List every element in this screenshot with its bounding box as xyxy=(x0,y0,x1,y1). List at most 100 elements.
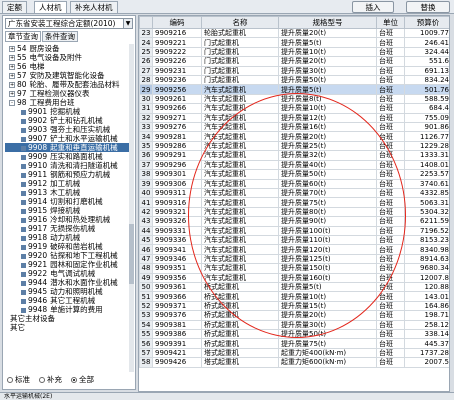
column-header-price[interactable]: 预算价 xyxy=(404,16,449,29)
name-cell[interactable]: 汽车式起重机 xyxy=(201,159,279,171)
name-cell[interactable]: 汽车式起重机 xyxy=(201,187,279,199)
chevron-down-icon[interactable]: ▼ xyxy=(123,19,132,28)
radio-button-icon[interactable] xyxy=(7,377,13,383)
spec-cell[interactable]: 提升质量10(t) xyxy=(278,46,377,58)
row-number[interactable]: 23 xyxy=(139,27,153,39)
unit-cell[interactable]: 台班 xyxy=(376,234,405,246)
row-number[interactable]: 51 xyxy=(139,291,153,302)
name-cell[interactable]: 汽车式起重机 xyxy=(201,103,279,114)
row-number[interactable]: 40 xyxy=(139,187,153,199)
insert-button[interactable]: 插入 xyxy=(352,1,394,13)
table-row[interactable]: 57 9909421 塔式起重机 起重力矩400(kN·m) 台班 1737.28 xyxy=(139,347,449,359)
code-cell[interactable]: 9909346 xyxy=(152,253,202,265)
table-row[interactable]: 52 9909371 桥式起重机 提升质量15(t) 台班 164.86 xyxy=(139,300,449,312)
radio-option[interactable]: 标准 xyxy=(7,374,30,385)
tab-labor-material-machine[interactable]: 人材机 xyxy=(34,1,67,13)
row-number[interactable]: 36 xyxy=(139,150,153,161)
row-number[interactable]: 43 xyxy=(139,216,153,227)
table-row[interactable]: 51 9909366 桥式起重机 提升质量10(t) 台班 143.01 xyxy=(139,291,449,302)
unit-cell[interactable]: 台班 xyxy=(376,122,405,133)
price-cell[interactable]: 2007.5 xyxy=(404,357,449,368)
unit-cell[interactable]: 台班 xyxy=(376,357,405,368)
table-row[interactable]: 38 9909301 汽车式起重机 提升质量50(t) 台班 2253.57 xyxy=(139,169,449,180)
name-cell[interactable]: 桥式起重机 xyxy=(201,328,279,340)
price-cell[interactable]: 901.86 xyxy=(404,122,449,133)
spec-cell[interactable]: 提升质量15(t) xyxy=(278,300,377,312)
unit-cell[interactable]: 台班 xyxy=(376,56,405,67)
unit-cell[interactable]: 台班 xyxy=(376,197,405,208)
name-cell[interactable]: 门式起重机 xyxy=(201,37,279,48)
spec-cell[interactable]: 提升质量75(t) xyxy=(278,338,377,349)
radio-option[interactable]: 补充 xyxy=(39,374,62,385)
code-cell[interactable]: 9909376 xyxy=(152,310,202,321)
spec-cell[interactable]: 提升质量32(t) xyxy=(278,150,377,161)
name-cell[interactable]: 汽车式起重机 xyxy=(201,93,279,105)
spec-cell[interactable]: 提升质量125(t) xyxy=(278,253,377,265)
name-cell[interactable]: 汽车式起重机 xyxy=(201,244,279,255)
tree-item[interactable]: 9907 铲土和水平运输机械 xyxy=(5,134,131,143)
row-number[interactable]: 54 xyxy=(139,319,153,331)
code-cell[interactable]: 9909351 xyxy=(152,263,202,274)
table-row[interactable]: 30 9909261 汽车式起重机 提升质量8(t) 台班 588.59 xyxy=(139,93,449,105)
spec-cell[interactable]: 提升质量30(t) xyxy=(278,319,377,331)
spec-cell[interactable]: 提升质量40(t) xyxy=(278,159,377,171)
table-row[interactable]: 45 9909336 汽车式起重机 提升质量110(t) 台班 8153.23 xyxy=(139,234,449,246)
row-number[interactable]: 33 xyxy=(139,122,153,133)
table-row[interactable]: 54 9909381 桥式起重机 提升质量30(t) 台班 258.12 xyxy=(139,319,449,331)
table-row[interactable]: 36 9909291 汽车式起重机 提升质量32(t) 台班 1333.31 xyxy=(139,150,449,161)
code-cell[interactable]: 9909371 xyxy=(152,300,202,312)
name-cell[interactable]: 汽车式起重机 xyxy=(201,272,279,283)
tree-item[interactable]: 9903 强夯土和压实机械 xyxy=(5,125,131,134)
unit-cell[interactable]: 台班 xyxy=(376,347,405,359)
name-cell[interactable]: 塔式起重机 xyxy=(201,347,279,359)
price-cell[interactable]: 9680.34 xyxy=(404,263,449,274)
spec-cell[interactable]: 提升质量10(t) xyxy=(278,291,377,302)
spec-cell[interactable]: 提升质量5(t) xyxy=(278,37,377,48)
radio-button-icon[interactable] xyxy=(39,377,45,383)
code-cell[interactable]: 9909326 xyxy=(152,216,202,227)
table-row[interactable]: 24 9909221 门式起重机 提升质量5(t) 台班 246.41 xyxy=(139,37,449,48)
price-cell[interactable]: 2253.57 xyxy=(404,169,449,180)
price-cell[interactable]: 338.14 xyxy=(404,328,449,340)
spec-cell[interactable]: 提升质量25(t) xyxy=(278,140,377,152)
column-header-name[interactable]: 名称 xyxy=(201,16,279,29)
row-number[interactable]: 42 xyxy=(139,206,153,218)
spec-cell[interactable]: 提升质量150(t) xyxy=(278,263,377,274)
name-cell[interactable]: 桥式起重机 xyxy=(201,300,279,312)
tree-item[interactable]: 9908 起重和垂直运输机械 xyxy=(5,143,131,152)
tree-item[interactable]: 9910 清洗和清扫隧道机械 xyxy=(5,161,131,170)
spec-cell[interactable]: 提升质量20(t) xyxy=(278,131,377,142)
tree-item[interactable]: 9944 潜水和水面作业机械 xyxy=(5,278,131,287)
price-cell[interactable]: 120.88 xyxy=(404,281,449,293)
unit-cell[interactable]: 台班 xyxy=(376,150,405,161)
table-row[interactable]: 31 9909266 汽车式起重机 提升质量10(t) 台班 684.4 xyxy=(139,103,449,114)
code-cell[interactable]: 9909216 xyxy=(152,27,202,39)
price-cell[interactable]: 4332.85 xyxy=(404,187,449,199)
table-row[interactable]: 41 9909316 汽车式起重机 提升质量75(t) 台班 5063.31 xyxy=(139,197,449,208)
name-cell[interactable]: 汽车式起重机 xyxy=(201,263,279,274)
row-number[interactable]: 56 xyxy=(139,338,153,349)
row-number[interactable]: 34 xyxy=(139,131,153,142)
unit-cell[interactable]: 台班 xyxy=(376,310,405,321)
tree-scrollbar[interactable] xyxy=(129,44,134,372)
spec-cell[interactable]: 提升质量20(t) xyxy=(278,310,377,321)
code-cell[interactable]: 9909271 xyxy=(152,112,202,124)
tree-item[interactable]: 9945 动力和照明机械 xyxy=(5,287,131,296)
spec-cell[interactable]: 提升质量20(t) xyxy=(278,27,377,39)
unit-cell[interactable]: 台班 xyxy=(376,93,405,105)
scrollbar-thumb[interactable] xyxy=(129,224,134,284)
tree-item[interactable]: +97 工程检测仪器仪表 xyxy=(5,89,131,98)
spec-cell[interactable]: 提升质量8(t) xyxy=(278,93,377,105)
tab-chapter-search[interactable]: 章节查询 xyxy=(5,31,41,42)
table-row[interactable]: 34 9909281 汽车式起重机 提升质量20(t) 台班 1126.77 xyxy=(139,131,449,142)
price-cell[interactable]: 164.86 xyxy=(404,300,449,312)
code-cell[interactable]: 9909286 xyxy=(152,140,202,152)
name-cell[interactable]: 门式起重机 xyxy=(201,56,279,67)
table-row[interactable]: 48 9909351 汽车式起重机 提升质量150(t) 台班 9680.34 xyxy=(139,263,449,274)
table-row[interactable]: 43 9909326 汽车式起重机 提升质量90(t) 台班 6211.59 xyxy=(139,216,449,227)
code-cell[interactable]: 9909311 xyxy=(152,187,202,199)
tree-item[interactable]: 其它主材设备 xyxy=(5,314,131,323)
table-row[interactable]: 23 9909216 轮胎式起重机 提升质量20(t) 台班 1009.77 xyxy=(139,27,449,39)
name-cell[interactable]: 汽车式起重机 xyxy=(201,140,279,152)
table-row[interactable]: 58 9909426 塔式起重机 起重力矩600(kN·m) 台班 2007.5 xyxy=(139,357,449,368)
